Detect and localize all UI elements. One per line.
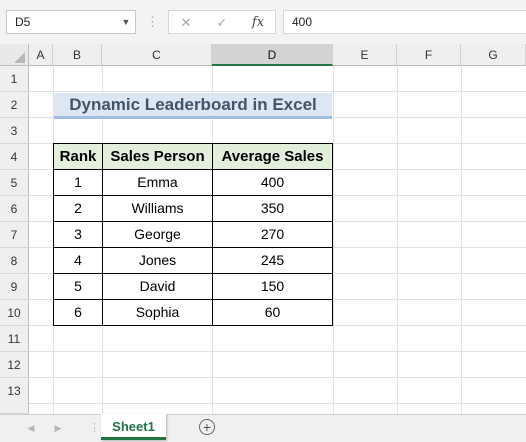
row-header-10[interactable]: 10 (0, 300, 29, 326)
rank-cell[interactable]: 4 (54, 248, 103, 274)
scroll-tabs-left-icon[interactable]: ◀ (23, 418, 39, 438)
gridline (29, 91, 526, 92)
rank-cell[interactable]: 2 (54, 196, 103, 222)
average-sales-cell[interactable]: 350 (213, 196, 333, 222)
average-sales-cell[interactable]: 400 (213, 170, 333, 196)
row-header-7[interactable]: 7 (0, 222, 29, 248)
scroll-tabs-right-icon[interactable]: ▶ (50, 418, 66, 438)
add-sheet-icon[interactable]: + (199, 419, 215, 435)
row-header-6[interactable]: 6 (0, 196, 29, 222)
formula-input[interactable]: 400 (283, 10, 526, 34)
gridline (29, 377, 526, 378)
column-header-f[interactable]: F (397, 44, 461, 66)
row-header-2[interactable]: 2 (0, 92, 29, 118)
column-header-e[interactable]: E (333, 44, 397, 66)
gridline (29, 403, 526, 404)
leaderboard-table: Rank Sales Person Average Sales 1 Emma 4… (53, 143, 333, 326)
average-sales-cell[interactable]: 150 (213, 274, 333, 300)
rank-cell[interactable]: 1 (54, 170, 103, 196)
leaderboard-title[interactable]: Dynamic Leaderboard in Excel (54, 93, 332, 119)
sales-person-cell[interactable]: Sophia (103, 300, 213, 326)
row-header-13[interactable]: 13 (0, 378, 29, 414)
average-sales-cell[interactable]: 60 (213, 300, 333, 326)
header-rank[interactable]: Rank (54, 144, 103, 170)
tab-separator-icon: ⋮ (89, 422, 100, 434)
cancel-icon[interactable]: ✕ (171, 13, 201, 33)
header-sales-person[interactable]: Sales Person (103, 144, 213, 170)
row-header-1[interactable]: 1 (0, 66, 29, 92)
row-header-8[interactable]: 8 (0, 248, 29, 274)
row-header-9[interactable]: 9 (0, 274, 29, 300)
column-header-g[interactable]: G (461, 44, 526, 66)
row-header-11[interactable]: 11 (0, 326, 29, 352)
sales-person-cell[interactable]: Jones (103, 248, 213, 274)
enter-icon[interactable]: ✓ (207, 13, 237, 33)
column-header-a[interactable]: A (29, 44, 53, 66)
rank-cell[interactable]: 6 (54, 300, 103, 326)
column-header-b[interactable]: B (53, 44, 102, 66)
insert-function-icon[interactable]: fx (243, 13, 273, 33)
average-sales-cell[interactable]: 245 (213, 248, 333, 274)
name-box[interactable]: D5 (6, 10, 136, 34)
header-average-sales[interactable]: Average Sales (213, 144, 333, 170)
average-sales-cell[interactable]: 270 (213, 222, 333, 248)
row-header-12[interactable]: 12 (0, 352, 29, 378)
rank-cell[interactable]: 3 (54, 222, 103, 248)
sales-person-cell[interactable]: George (103, 222, 213, 248)
column-header-d[interactable]: D (212, 44, 333, 66)
column-header-c[interactable]: C (102, 44, 212, 66)
row-header-3[interactable]: 3 (0, 118, 29, 144)
sales-person-cell[interactable]: David (103, 274, 213, 300)
gridline (397, 66, 398, 414)
gridline (461, 66, 462, 414)
row-header-4[interactable]: 4 (0, 144, 29, 170)
name-box-dropdown-icon[interactable]: ▼ (119, 12, 133, 30)
select-all-triangle-icon (14, 52, 25, 63)
sales-person-cell[interactable]: Emma (103, 170, 213, 196)
formula-actions: ✕ ✓ fx (168, 10, 276, 34)
gridline (29, 351, 526, 352)
sheet-tab-bar (0, 414, 526, 442)
rank-cell[interactable]: 5 (54, 274, 103, 300)
sales-person-cell[interactable]: Williams (103, 196, 213, 222)
gridline (333, 66, 334, 414)
tab-sheet1[interactable]: Sheet1 (101, 414, 166, 440)
formula-bar-grip-icon: ⋮ (146, 14, 159, 29)
row-header-5[interactable]: 5 (0, 170, 29, 196)
